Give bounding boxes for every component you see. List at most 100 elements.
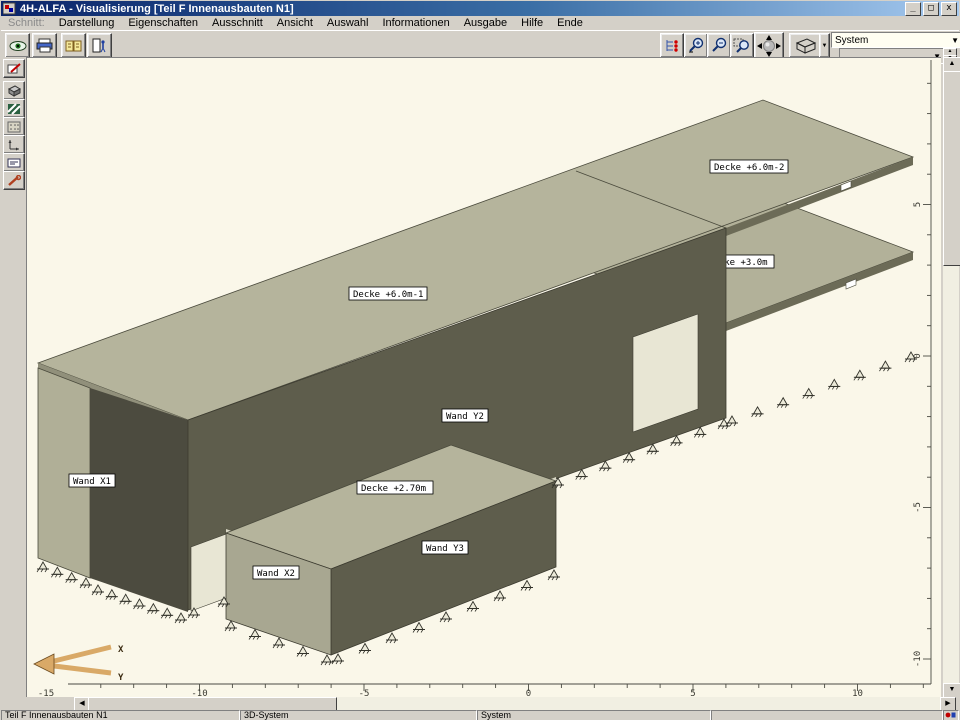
pan-navigator-icon [756,34,782,58]
pan-navigator-control[interactable] [754,32,784,59]
system-combobox-value: System [835,35,868,46]
hatch-fill-button[interactable] [3,99,25,118]
exit-door-icon [92,38,108,53]
slab-label-decke60-1: Decke +6.0m-1 [349,287,427,300]
menu-informationen[interactable]: Informationen [375,17,456,29]
exit-door-button[interactable] [87,33,112,58]
chevron-down-icon: ▼ [951,36,960,45]
svg-text:5: 5 [690,689,695,697]
menu-schnitt: Schnitt: [1,17,52,29]
view-cube-button[interactable] [789,33,821,58]
view-eye-button[interactable] [5,33,30,58]
svg-text:0: 0 [526,689,531,697]
zoom-out-icon [711,37,728,54]
svg-text:10: 10 [852,689,863,697]
app-icon [3,2,16,15]
svg-text:Wand Y3: Wand Y3 [426,544,464,554]
axis-indicator: X Y [34,645,124,683]
svg-text:Wand X1: Wand X1 [73,477,111,487]
close-button[interactable]: x [941,2,957,16]
axis-y-label: Y [118,673,124,683]
vertical-scroll-thumb[interactable] [943,71,960,266]
svg-text:-10: -10 [191,689,207,697]
menu-auswahl[interactable]: Auswahl [320,17,376,29]
left-tool-strip [0,57,26,697]
vertical-scrollbar[interactable]: ▲ ▼ [943,57,959,697]
visibility-tree-icon [664,38,680,54]
dimension-button[interactable] [3,135,25,154]
mesh-fill-button[interactable] [3,117,25,136]
title-bar[interactable]: 4H-ALFA - Visualisierung [Teil F Innenau… [1,1,959,16]
svg-text:-10: -10 [913,651,923,667]
maximize-button[interactable]: □ [923,2,939,16]
manual-book-icon [65,39,83,53]
edit-pencil-button[interactable] [3,59,25,78]
text-label-icon [7,158,21,168]
svg-text:-5: -5 [913,502,923,513]
interior-gap [90,388,188,612]
status-bar: Teil F Innenausbauten N1 3D-System Syste… [0,710,960,720]
minimize-button[interactable]: _ [905,2,921,16]
svg-text:Decke +6.0m-1: Decke +6.0m-1 [353,290,423,300]
zoom-window-button[interactable] [730,33,754,58]
svg-text:Decke +6.0m-2: Decke +6.0m-2 [714,163,784,173]
menu-ansicht[interactable]: Ansicht [270,17,320,29]
zoom-out-button[interactable] [707,33,731,58]
svg-text:0: 0 [913,353,923,358]
svg-text:-5: -5 [359,689,370,697]
view-cube-dropdown[interactable]: ▼ [819,33,830,58]
mesh-fill-icon [7,121,21,133]
dimension-icon [7,139,21,151]
hatch-fill-icon [7,103,21,115]
menu-ausschnitt[interactable]: Ausschnitt [205,17,270,29]
status-model-name: Teil F Innenausbauten N1 [1,710,240,720]
horizontal-scrollbar[interactable]: ◀ ▶ [0,697,960,710]
drawing-canvas[interactable]: Decke +3.0m [26,57,941,697]
menu-ende[interactable]: Ende [550,17,590,29]
svg-text:-15: -15 [38,689,54,697]
visibility-tree-button[interactable] [660,33,684,58]
wall-label-x1: Wand X1 [69,474,115,487]
svg-text:Wand Y2: Wand Y2 [446,412,484,422]
toolbar: ▼ System ▼ ▼ ▲ ▼ [1,30,959,58]
zoom-in-icon [688,37,705,54]
solid-view-icon [7,84,22,97]
solid-view-button[interactable] [3,81,25,100]
print-icon [36,38,54,53]
zoom-window-icon [733,37,751,54]
slab-label-decke270: Decke +2.70m [357,481,433,494]
menu-bar: Schnitt: Darstellung Eigenschaften Aussc… [1,16,959,30]
view-eye-icon [9,39,27,53]
svg-text:5: 5 [913,202,923,207]
tools-button[interactable] [3,171,25,190]
print-button[interactable] [32,33,57,58]
wall-x1-face[interactable] [38,368,90,578]
status-context: System [477,710,711,720]
edit-pencil-icon [7,63,22,75]
chevron-down-icon: ▼ [822,43,828,49]
app-window: 4H-ALFA - Visualisierung [Teil F Innenau… [0,0,960,720]
3d-view[interactable]: Decke +3.0m [26,57,941,697]
window-title: 4H-ALFA - Visualisierung [Teil F Innenau… [20,3,294,15]
zoom-in-button[interactable] [684,33,708,58]
menu-eigenschaften[interactable]: Eigenschaften [121,17,205,29]
slab-label-decke60-2: Decke +6.0m-2 [710,160,788,173]
menu-ausgabe[interactable]: Ausgabe [457,17,514,29]
wall-label-x2: Wand X2 [253,566,299,579]
wall-label-y2: Wand Y2 [442,409,488,422]
menu-hilfe[interactable]: Hilfe [514,17,550,29]
system-combobox[interactable]: System ▼ [831,32,960,48]
tools-icon [7,175,21,187]
manual-book-button[interactable] [61,33,86,58]
svg-text:Wand X2: Wand X2 [257,569,295,579]
status-indicator-cell [943,710,959,720]
status-indicator-icon [945,711,956,718]
svg-text:Decke +2.70m: Decke +2.70m [361,484,426,494]
status-view-mode: 3D-System [240,710,477,720]
view-cube-icon [793,37,817,55]
status-empty-cell [711,710,943,720]
wall-label-y3: Wand Y3 [422,541,468,554]
menu-darstellung[interactable]: Darstellung [52,17,122,29]
text-label-button[interactable] [3,153,25,172]
axis-x-label: X [118,645,124,655]
